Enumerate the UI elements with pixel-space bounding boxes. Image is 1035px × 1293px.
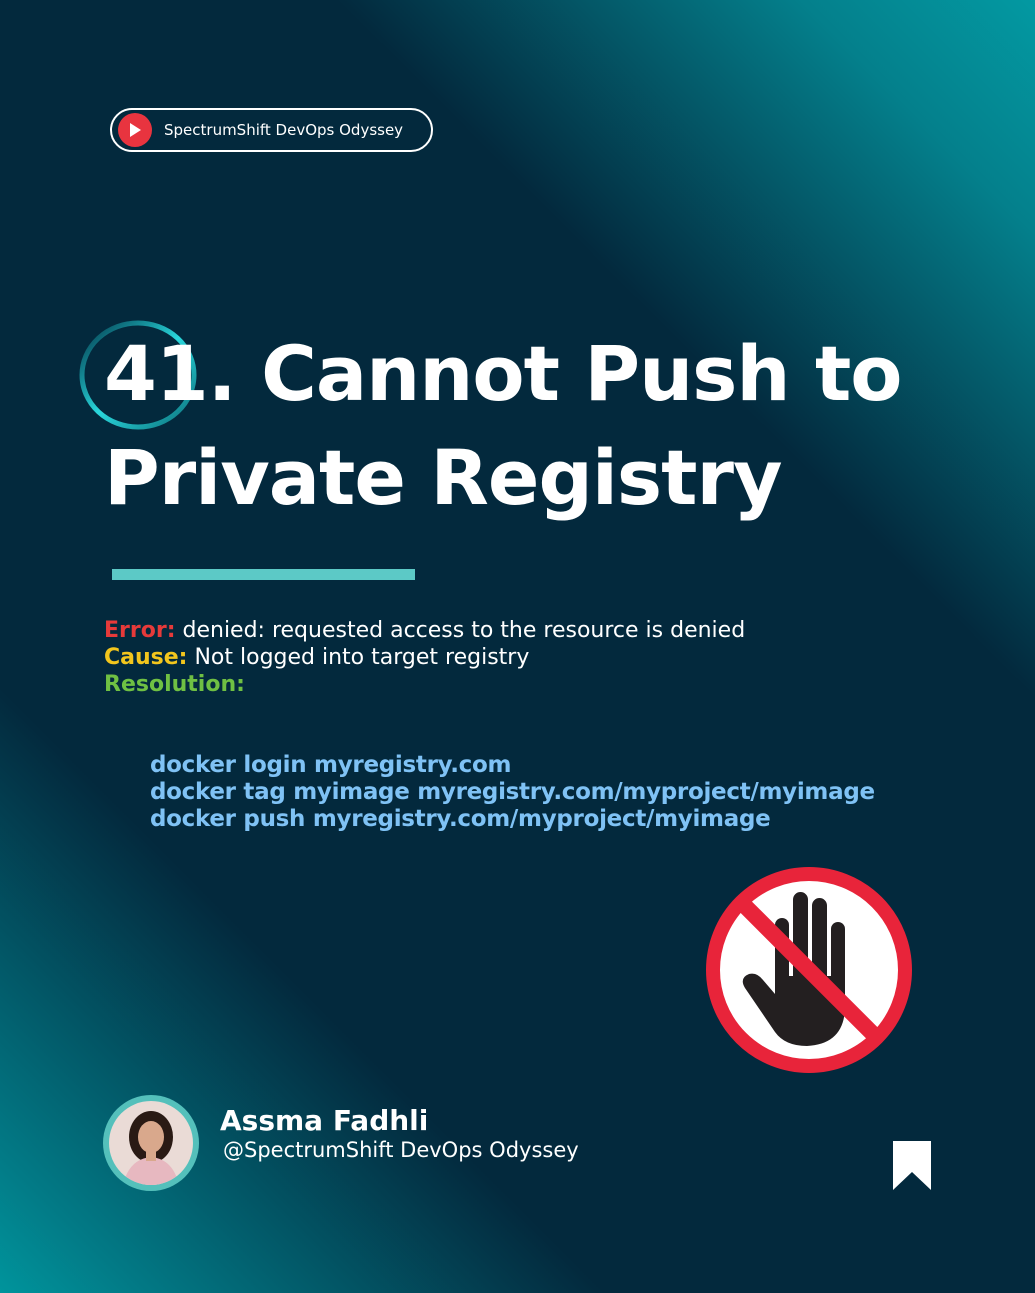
command-line: docker login myregistry.com [150, 752, 512, 778]
cause-row: Cause: Not logged into target registry [104, 644, 964, 671]
avatar [103, 1095, 199, 1191]
error-label: Error: [104, 618, 176, 643]
resolution-label: Resolution: [104, 672, 245, 697]
stop-hand-icon [706, 867, 912, 1073]
error-text: denied: requested access to the resource… [182, 618, 746, 643]
title-line-2: Private Registry [104, 433, 782, 522]
badge-label: SpectrumShift DevOps Odyssey [164, 121, 404, 139]
author-handle: @SpectrumShift DevOps Odyssey [223, 1138, 579, 1162]
bookmark-icon[interactable] [893, 1141, 931, 1190]
author-name: Assma Fadhli [220, 1104, 429, 1137]
title-underline [112, 569, 415, 580]
cause-text: Not logged into target registry [194, 645, 530, 670]
cause-label: Cause: [104, 645, 188, 670]
issue-details: Error: denied: requested access to the r… [104, 617, 964, 698]
title-line-1: 41. Cannot Push to [104, 329, 903, 418]
command-line: docker tag myimage myregistry.com/myproj… [150, 779, 875, 805]
play-icon [118, 113, 152, 147]
error-row: Error: denied: requested access to the r… [104, 617, 964, 644]
channel-badge[interactable]: SpectrumShift DevOps Odyssey [110, 108, 433, 152]
command-line: docker push myregistry.com/myproject/myi… [150, 806, 771, 832]
page-title: 41. Cannot Push to Private Registry [104, 322, 964, 530]
resolution-commands: docker login myregistry.com docker tag m… [150, 752, 1010, 833]
resolution-row: Resolution: [104, 671, 964, 698]
